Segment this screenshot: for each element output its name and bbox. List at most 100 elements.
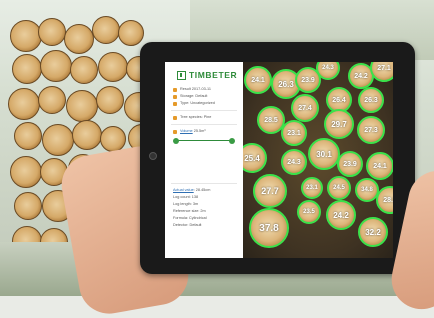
log-diameter-label: 24.3 [322,65,334,71]
detected-log[interactable]: 26.3 [358,87,384,113]
volume-section: Volume 25.5m³ [165,128,243,135]
log-diameter-label: 27.7 [261,186,279,196]
log-diameter-label: 26.3 [364,96,378,104]
measure-line: Detector: Default [173,222,239,229]
brand-name: TIMBETER [189,70,238,80]
detected-log[interactable]: 23.5 [297,200,321,224]
detected-log[interactable]: 27.3 [357,116,385,144]
detected-log[interactable]: 24.3 [281,149,307,175]
calendar-icon [173,87,177,92]
log-diameter-label: 24.2 [354,72,368,80]
background-log-end [100,126,126,152]
app-logo: TIMBETER [165,62,243,86]
background-log-end [92,16,120,44]
info-line-text: Type: Uncategorized [180,101,215,105]
detected-log[interactable]: 29.7 [324,109,354,139]
background-log-end [10,20,42,52]
storage-icon [173,94,177,99]
tablet-camera [149,152,157,160]
measure-line: Formula: Cylindrical [173,215,239,222]
background-log-end [38,18,66,46]
detected-log[interactable]: 27.4 [291,94,319,122]
measure-line-text: Formula: Cylindrical [173,216,207,220]
slider-min-handle[interactable] [173,137,179,144]
volume-link[interactable]: Volume [180,129,193,133]
detected-log[interactable]: 24.3 [316,62,340,80]
detected-log[interactable]: 23.1 [281,120,307,146]
tag-icon [173,101,177,106]
detected-log[interactable]: 27.7 [253,174,287,208]
detected-log[interactable]: 28.9 [376,186,393,214]
info-line: Result 2017-03-11 [173,86,239,93]
background-log-end [66,90,98,122]
log-diameter-label: 28.9 [383,196,393,204]
detected-log[interactable]: 23.1 [301,177,323,199]
background-log-end [40,50,72,82]
background-log-end [10,156,42,188]
detected-log[interactable]: 37.8 [249,208,289,248]
log-diameter-label: 26.4 [332,96,346,104]
measure-line-text: Actual value: 28.45cm [173,188,211,192]
tablet-device: TIMBETER Result 2017-03-11 Storage: Defau… [140,42,415,274]
measure-line-text: Detector: Default [173,223,202,227]
measure-line: Reference size: 2m [173,208,239,215]
detected-log[interactable]: 30.1 [308,138,340,170]
log-diameter-label: 27.3 [364,126,378,134]
log-diameter-label: 24.5 [333,185,345,191]
log-detection-photo[interactable]: 24.1 26.3 23.9 24.3 24.2 27.1 27.4 26.4 26.3 29.7… [243,62,393,258]
diameter-range-slider[interactable] [173,137,235,145]
log-diameter-label: 34.8 [361,187,373,193]
log-diameter-label: 23.9 [301,76,315,84]
detected-log[interactable]: 23.9 [337,151,363,177]
detected-log[interactable]: 24.1 [244,66,272,94]
background-log-end [38,86,66,114]
log-diameter-label: 24.1 [373,162,387,170]
app-screen: TIMBETER Result 2017-03-11 Storage: Defau… [165,62,393,258]
background-log-end [96,86,124,114]
info-line-text: Result 2017-03-11 [180,87,211,91]
log-diameter-label: 24.2 [333,210,349,220]
log-diameter-label: 24.3 [287,158,301,166]
background-log-end [14,122,42,150]
background-log-end [98,52,128,82]
background-log-end [14,192,42,220]
result-info: Result 2017-03-11 Storage: Default Type: U… [165,86,243,107]
detected-log[interactable]: 24.5 [327,176,351,200]
result-panel: TIMBETER Result 2017-03-11 Storage: Defau… [165,62,244,258]
slider-track [175,140,233,141]
background-log-end [118,20,144,46]
tree-species-section[interactable]: Tree species: Pine [165,114,243,121]
measurement-details: Actual value: 28.45cm Log count: 138 Log l… [165,187,243,229]
log-diameter-label: 26.3 [278,79,294,89]
timbeter-logo-icon [177,70,186,80]
log-diameter-label: 30.1 [316,149,332,159]
detected-log[interactable]: 24.1 [366,152,393,180]
log-diameter-label: 23.1 [306,185,318,191]
slider-max-handle[interactable] [229,137,235,144]
background-log-end [12,54,42,84]
detected-log[interactable]: 32.2 [358,217,388,247]
log-diameter-label: 28.5 [264,116,278,124]
divider [171,183,237,184]
measure-line: Log length: 3m [173,201,239,208]
log-diameter-label: 23.5 [303,209,315,215]
log-diameter-label: 24.1 [251,76,265,84]
background-log-end [70,56,98,84]
tree-icon [173,115,177,120]
actual-value-link[interactable]: Actual value [173,188,194,192]
log-diameter-label: 23.9 [343,160,357,168]
detected-log[interactable]: 25.4 [243,143,267,173]
log-diameter-label: 37.8 [259,222,279,234]
divider [171,110,237,111]
measure-line-text: Log count: 138 [173,195,199,199]
log-diameter-label: 29.7 [331,119,347,129]
background-log-end [8,88,40,120]
tree-species-text: Tree species: Pine [180,115,212,119]
measure-line[interactable]: Actual value: 28.45cm [173,187,239,194]
background-log-end [64,24,94,54]
info-line: Storage: Default [173,93,239,100]
measure-line-text: Log length: 3m [173,202,199,206]
detected-log[interactable]: 24.2 [326,200,356,230]
log-diameter-label: 32.2 [365,227,381,237]
volume-value: 25.5m³ [193,129,206,133]
